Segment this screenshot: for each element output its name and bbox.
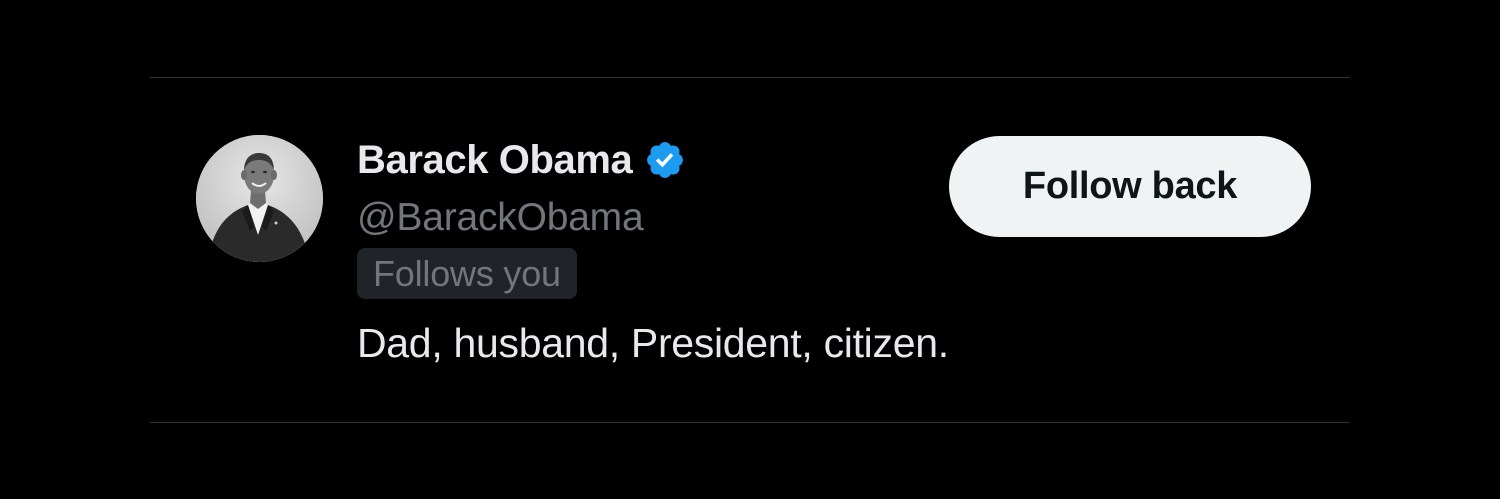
avatar[interactable]	[196, 135, 323, 262]
user-handle[interactable]: @BarackObama	[357, 196, 644, 240]
user-cell[interactable]: Barack Obama @BarackObama Follows you Da…	[150, 78, 1350, 422]
name-row: Barack Obama	[357, 136, 686, 184]
follows-you-badge: Follows you	[357, 248, 577, 299]
user-bio: Dad, husband, President, citizen.	[357, 320, 949, 366]
avatar-photo	[196, 135, 323, 262]
verified-badge-icon[interactable]	[644, 139, 686, 181]
bottom-divider	[150, 422, 1350, 423]
display-name[interactable]: Barack Obama	[357, 138, 633, 183]
follow-back-button[interactable]: Follow back	[949, 136, 1311, 237]
